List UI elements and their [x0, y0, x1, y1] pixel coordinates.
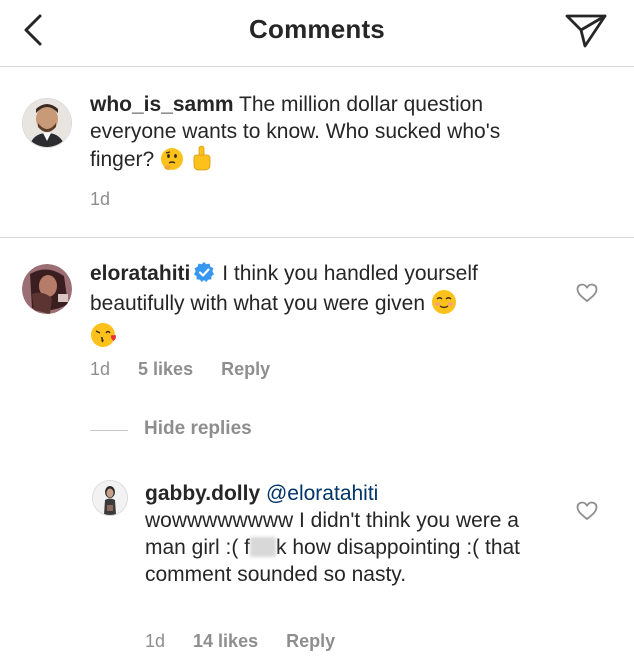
- reply-likes-count[interactable]: 14 likes: [193, 631, 258, 652]
- hide-replies-button[interactable]: Hide replies: [144, 418, 252, 440]
- heart-outline-icon: [576, 501, 598, 520]
- heart-outline-icon: [576, 283, 598, 302]
- comment-likes-count[interactable]: 5 likes: [138, 359, 193, 380]
- caption-text: who_is_samm The million dollar question …: [90, 91, 560, 178]
- avatar[interactable]: [22, 264, 72, 314]
- caption-timestamp: 1d: [90, 189, 111, 209]
- verified-badge-icon: [194, 262, 215, 289]
- comment-timestamp: 1d: [90, 359, 111, 379]
- reply-meta: 1d 14 likes Reply: [145, 631, 335, 652]
- reply-username[interactable]: gabby.dolly: [145, 482, 260, 505]
- comment-username[interactable]: eloratahiti: [90, 262, 190, 285]
- divider: [90, 430, 128, 431]
- censored-blur: [250, 537, 277, 557]
- kissing-heart-face-icon: [90, 322, 118, 355]
- comment-text: eloratahiti I think you handled yourself…: [90, 260, 560, 355]
- avatar[interactable]: [22, 98, 72, 148]
- top-nav-bar: Comments: [0, 0, 634, 67]
- caption-meta: 1d: [90, 189, 110, 210]
- comment-meta: 1d 5 likes Reply: [90, 359, 270, 380]
- like-reply-button[interactable]: [576, 501, 598, 526]
- reply-timestamp: 1d: [145, 631, 166, 651]
- like-comment-button[interactable]: [576, 283, 598, 308]
- paper-plane-icon: [565, 14, 607, 48]
- caption-username[interactable]: who_is_samm: [90, 93, 234, 116]
- reply-mention-link[interactable]: @eloratahiti: [266, 482, 378, 505]
- smiling-face-icon: [431, 289, 457, 322]
- reply-reply-button[interactable]: Reply: [286, 631, 335, 652]
- avatar[interactable]: [92, 480, 128, 516]
- page-title: Comments: [249, 14, 385, 44]
- reply-text: gabby.dolly @eloratahiti wowwwwwwww I di…: [145, 480, 555, 588]
- thinking-face-icon: [160, 147, 184, 178]
- pointing-up-icon: [190, 145, 212, 178]
- post-caption: who_is_samm The million dollar question …: [0, 67, 634, 238]
- comment-reply-button[interactable]: Reply: [221, 359, 270, 380]
- direct-share-button[interactable]: [564, 10, 608, 50]
